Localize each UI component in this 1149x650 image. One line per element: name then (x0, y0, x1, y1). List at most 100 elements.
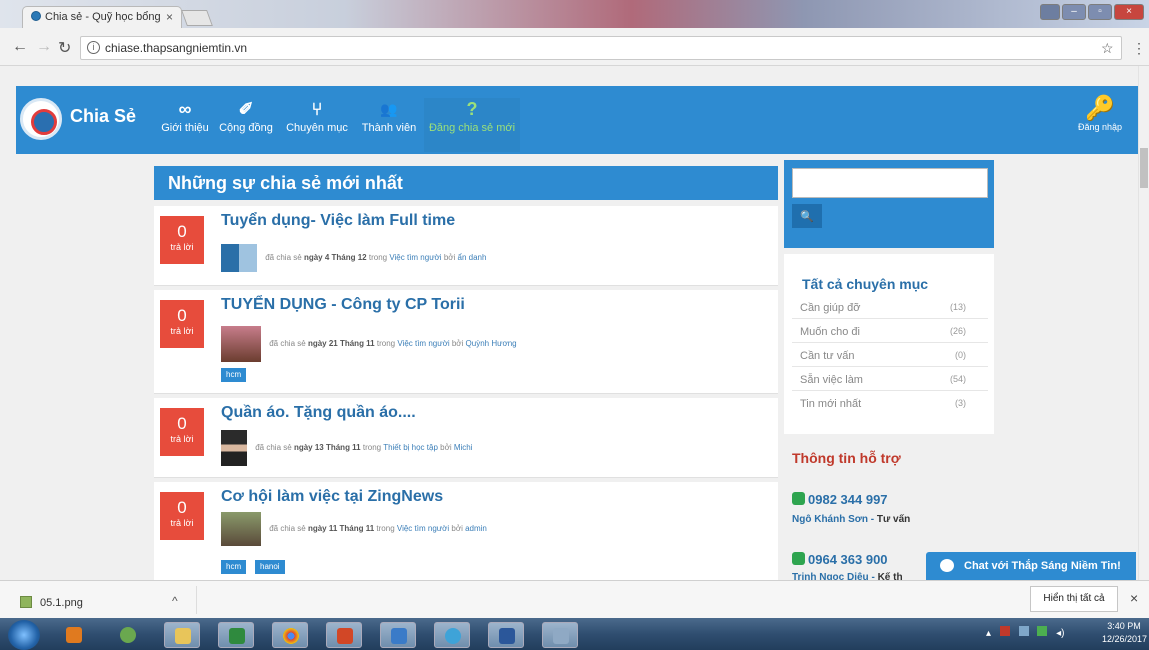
reply-label: trả lời (170, 242, 194, 252)
post-category-link[interactable]: Thiết bị học tập (383, 443, 438, 452)
powerpoint-icon[interactable] (326, 622, 362, 648)
post-author-link[interactable]: ẩn danh (458, 253, 487, 262)
show-all-downloads-button[interactable]: Hiển thị tất cả (1030, 586, 1118, 612)
post-category-link[interactable]: Việc tìm người (397, 524, 449, 533)
post-title-link[interactable]: Cơ hội làm việc tại ZingNews (221, 488, 443, 506)
search-input[interactable] (792, 168, 988, 198)
category-item[interactable]: Cần giúp đỡ (13) (800, 302, 966, 314)
reply-label: trả lời (170, 434, 194, 444)
support-phone[interactable]: 0982 344 997 (792, 492, 888, 507)
bookmark-star-icon[interactable]: ☆ (1101, 40, 1114, 57)
post-category-link[interactable]: Việc tìm người (397, 339, 449, 348)
minimize-button[interactable]: – (1062, 4, 1086, 20)
login-button[interactable]: 🔑 Đăng nhập (1076, 96, 1124, 133)
download-item[interactable]: 05.1.png (20, 596, 83, 609)
post-author-link[interactable]: admin (465, 524, 487, 533)
system-tray[interactable]: ▴ ◂) (986, 626, 1065, 639)
post-title-link[interactable]: Quần áo. Tặng quần áo.... (221, 404, 416, 422)
post-title-link[interactable]: TUYỂN DỤNG - Công ty CP Torii (221, 296, 465, 314)
browser-menu-icon[interactable]: ⋮ (1132, 40, 1146, 57)
author-avatar[interactable] (221, 326, 261, 362)
reply-count-badge[interactable]: 0 trả lời (160, 216, 204, 264)
post-category-link[interactable]: Việc tìm người (389, 253, 441, 262)
network-icon[interactable] (1018, 626, 1029, 636)
post-item: 0 trả lời Cơ hội làm việc tại ZingNews đ… (154, 482, 778, 580)
close-window-button[interactable]: × (1114, 4, 1144, 20)
browser-tab[interactable]: Chia sẻ - Quỹ học bổng × (22, 6, 182, 28)
new-tab-button[interactable] (181, 10, 213, 26)
post-meta: đã chia sẻ ngày 11 Tháng 11 trong Việc t… (221, 512, 487, 546)
chrome-icon[interactable] (272, 622, 308, 648)
search-button[interactable]: 🔍 (792, 204, 822, 228)
author-avatar[interactable] (221, 244, 257, 272)
category-item[interactable]: Sẵn việc làm (54) (800, 374, 966, 386)
reply-count-badge[interactable]: 0 trả lời (160, 408, 204, 456)
image-file-icon (20, 596, 32, 608)
tab-close-icon[interactable]: × (166, 10, 173, 24)
divider (792, 342, 988, 343)
post-item: 0 trả lời Quần áo. Tặng quần áo.... đã c… (154, 398, 778, 478)
close-download-bar-icon[interactable]: × (1130, 590, 1138, 606)
clock[interactable]: 3:40 PM 12/26/2017 (1102, 620, 1147, 646)
volume-icon[interactable]: ◂) (1056, 628, 1064, 639)
author-avatar[interactable] (221, 512, 261, 546)
site-logo[interactable] (20, 98, 62, 140)
app-tray-icon[interactable] (1037, 626, 1048, 636)
lync-icon[interactable] (380, 622, 416, 648)
chat-widget-button[interactable]: Chat với Thắp Sáng Niềm Tin! (926, 552, 1136, 580)
forward-icon[interactable]: → (36, 38, 52, 56)
browser-app-icon[interactable] (434, 622, 470, 648)
nav-chuyen-muc[interactable]: ⑂ Chuyên mục (282, 98, 352, 152)
nav-thanh-vien[interactable]: 👥 Thành viên (354, 98, 424, 152)
post-author-link[interactable]: Quỳnh Hương (466, 339, 517, 348)
nav-cong-dong[interactable]: ✐ Cộng đồng (216, 98, 276, 152)
info-icon[interactable]: i (87, 41, 100, 54)
category-item[interactable]: Tin mới nhất (3) (800, 398, 966, 410)
login-label: Đăng nhập (1077, 122, 1123, 132)
support-contact: Ngô Khánh Sơn - Tư vấn (792, 514, 911, 525)
snipping-tool-icon[interactable] (542, 622, 578, 648)
post-meta: đã chia sẻ ngày 21 Tháng 11 trong Việc t… (221, 326, 517, 362)
category-item[interactable]: Cần tư vấn (0) (800, 350, 966, 362)
reply-count: 0 (177, 414, 187, 433)
screen: Chia sẻ - Quỹ học bổng × – ▫ × ← → ↻ i c… (0, 0, 1149, 650)
download-options-chevron-icon[interactable]: ^ (172, 594, 178, 608)
tray-arrow-icon[interactable]: ▴ (986, 628, 991, 639)
post-title-link[interactable]: Tuyển dụng- Việc làm Full time (221, 212, 455, 230)
support-phone[interactable]: 0964 363 900 (792, 552, 888, 567)
nav-dang-chia-se-moi[interactable]: ? Đăng chia sẻ mới (424, 98, 520, 152)
clock-time: 3:40 PM (1107, 621, 1141, 631)
media-player-icon[interactable] (56, 622, 92, 648)
app-icon[interactable] (110, 622, 146, 648)
chat-bubble-icon (940, 559, 954, 572)
excel-icon[interactable] (218, 622, 254, 648)
tag-hcm[interactable]: hcm (221, 560, 247, 574)
nav-gioi-thieu[interactable]: ∞ Giới thiệu (156, 98, 214, 152)
maximize-button[interactable]: ▫ (1088, 4, 1112, 20)
nav-label: Đăng chia sẻ mới (428, 122, 516, 134)
file-explorer-icon[interactable] (164, 622, 200, 648)
author-avatar[interactable] (221, 430, 247, 466)
category-item[interactable]: Muốn cho đi (26) (800, 326, 966, 338)
page-scrollbar[interactable] (1138, 66, 1149, 580)
divider (792, 318, 988, 319)
latest-shares-heading: Những sự chia sẻ mới nhất (154, 166, 778, 200)
reply-count-badge[interactable]: 0 trả lời (160, 492, 204, 540)
reply-label: trả lời (170, 518, 194, 528)
site-brand[interactable]: Chia Sẻ (70, 106, 136, 127)
start-button[interactable] (8, 620, 40, 650)
reload-icon[interactable]: ↻ (58, 38, 71, 58)
reply-count-badge[interactable]: 0 trả lời (160, 300, 204, 348)
post-date: ngày 13 Tháng 11 (293, 443, 361, 453)
page-viewport: Chia Sẻ ∞ Giới thiệu ✐ Cộng đồng ⑂ Chuyê… (0, 66, 1138, 580)
scrollbar-thumb[interactable] (1140, 148, 1148, 188)
tag-hcm[interactable]: hcm (221, 368, 247, 382)
antivirus-icon[interactable] (999, 626, 1010, 636)
url-input[interactable]: i chiase.thapsangniemtin.vn (80, 36, 1122, 60)
window-extra-button[interactable] (1040, 4, 1060, 20)
tag-hanoi[interactable]: hanoi (255, 560, 285, 574)
nav-label: Cộng đồng (219, 122, 273, 134)
word-icon[interactable] (488, 622, 524, 648)
post-author-link[interactable]: Michi (454, 443, 473, 452)
back-icon[interactable]: ← (12, 38, 28, 56)
